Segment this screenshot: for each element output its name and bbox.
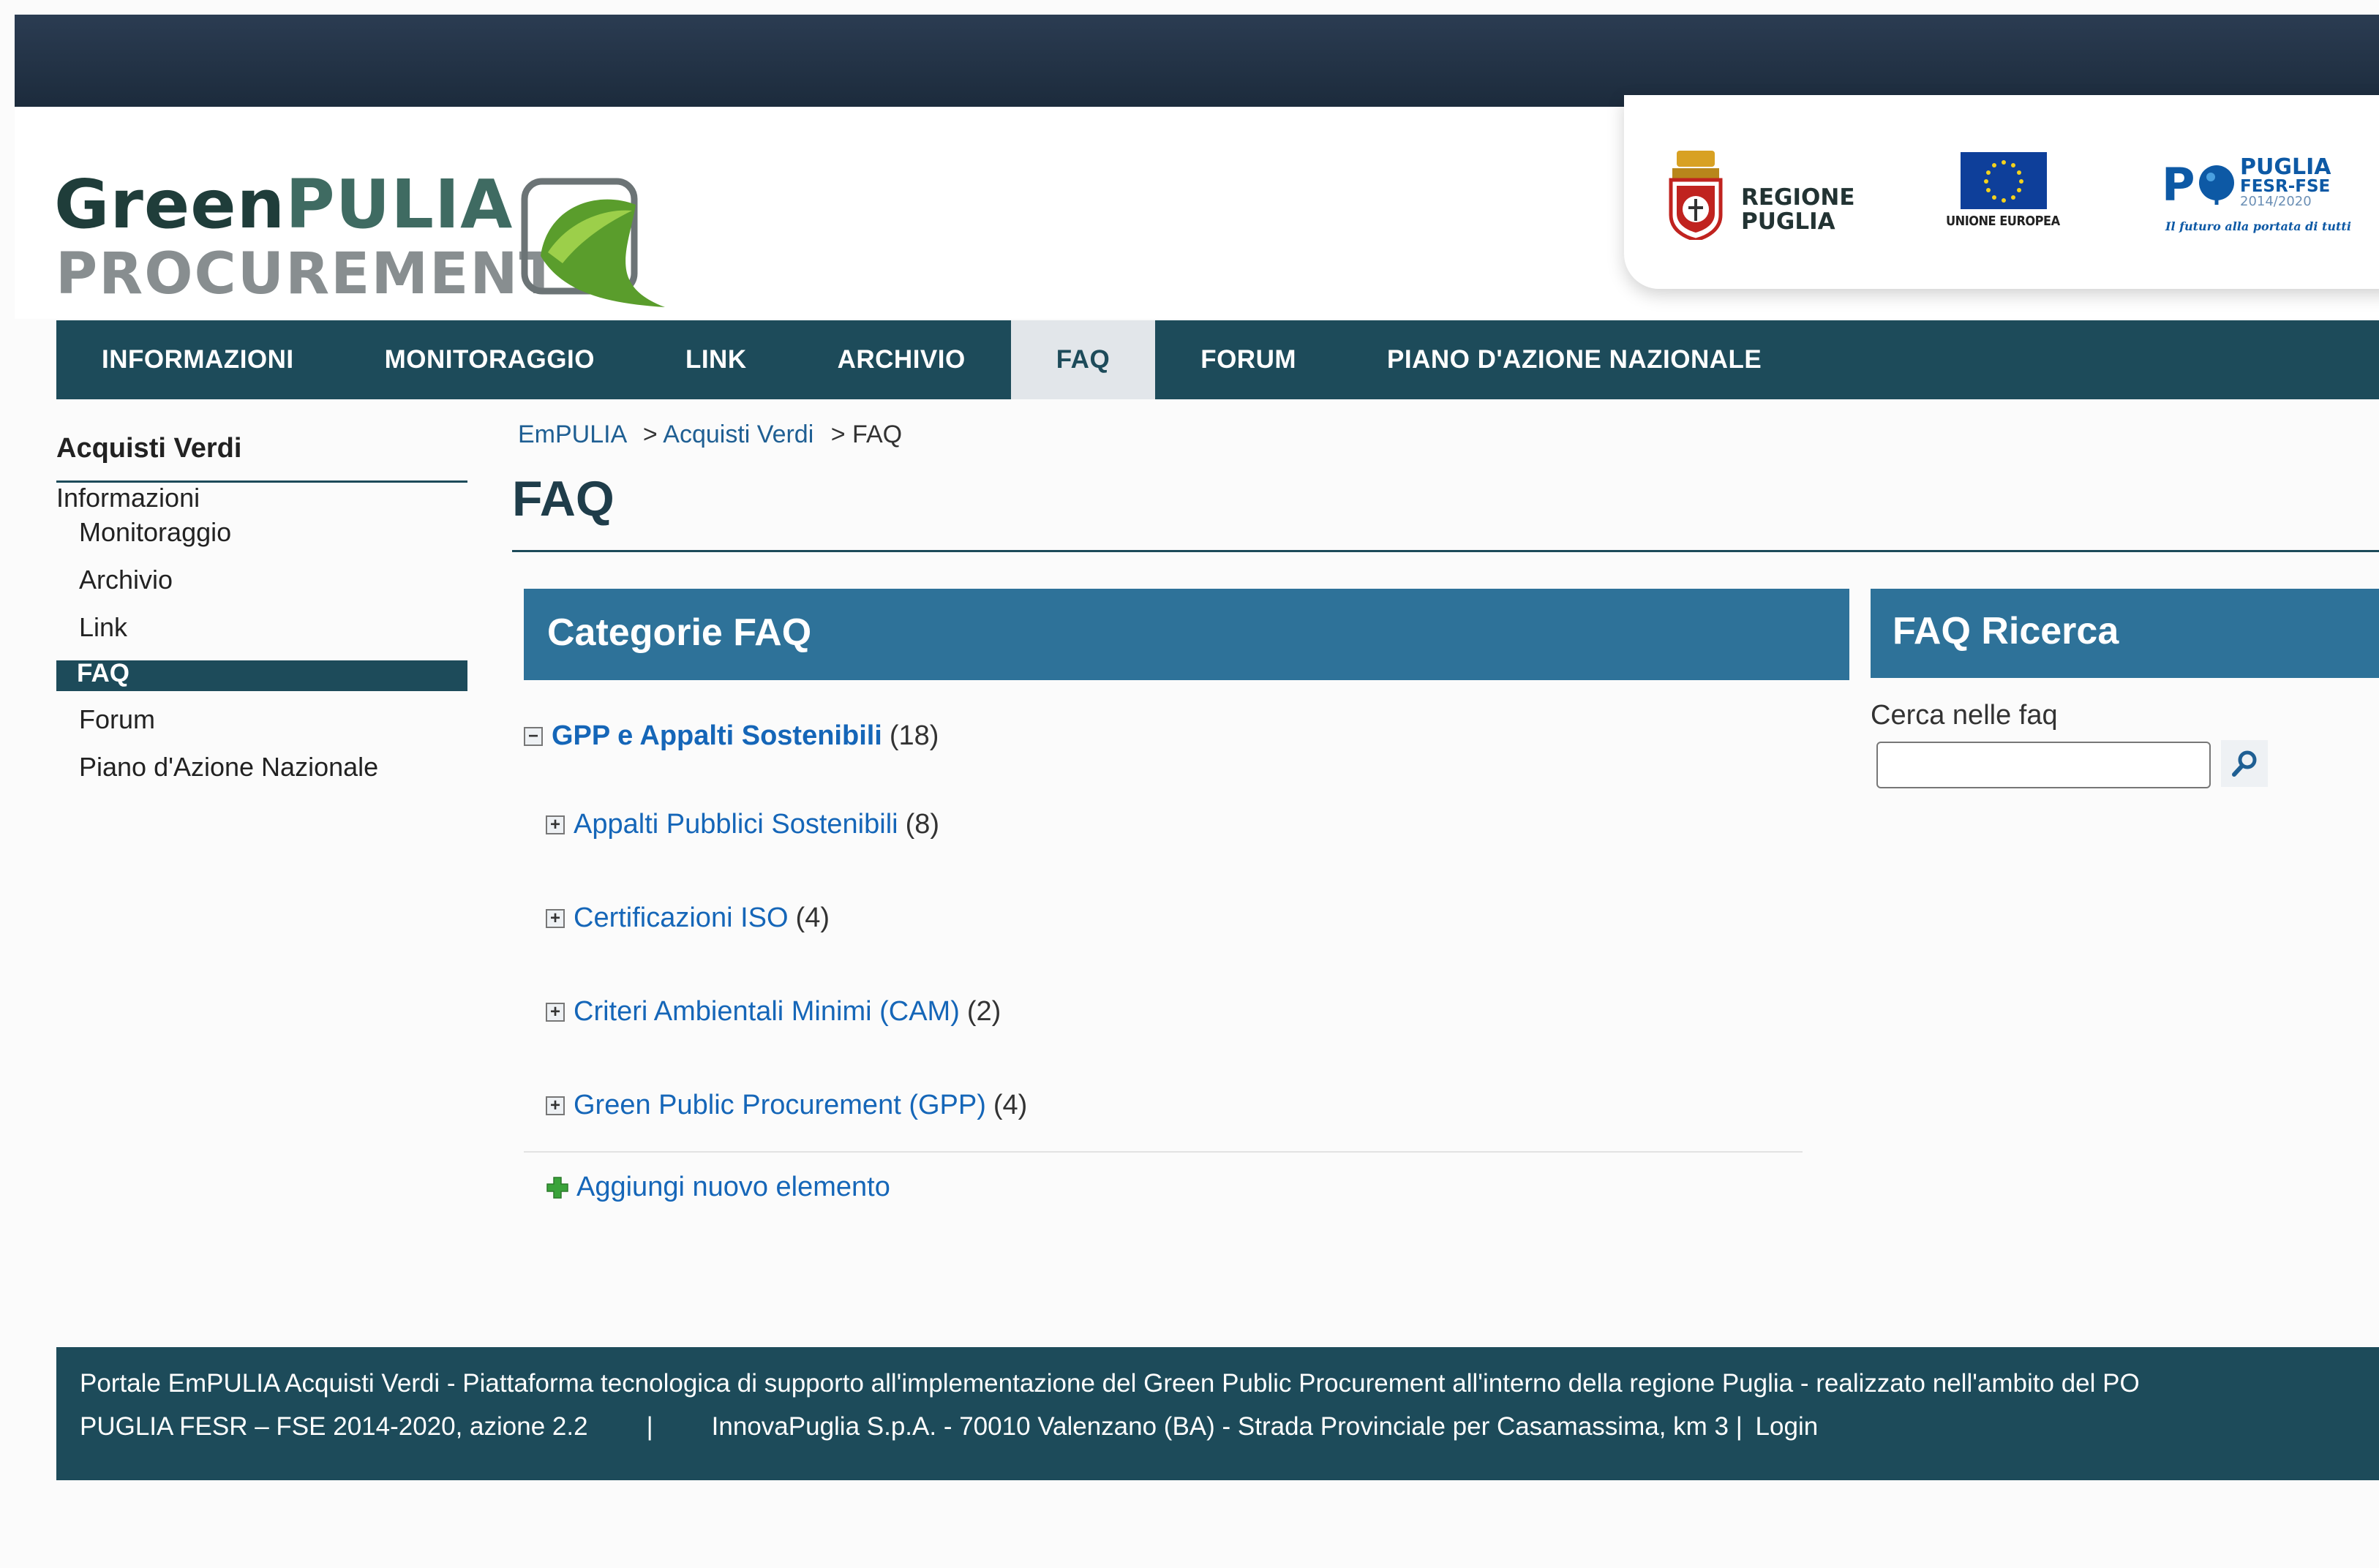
breadcrumb-separator: > — [830, 421, 846, 448]
logo-line2: PROCUREMENT — [56, 241, 560, 307]
sidebar-item-faq[interactable]: FAQ — [77, 659, 129, 688]
nav-item-monitoraggio[interactable]: MONITORAGGIO — [339, 320, 640, 399]
sidebar-title: Acquisti Verdi — [56, 433, 242, 464]
expand-icon[interactable]: + — [546, 1002, 565, 1022]
category-count: (8) — [905, 809, 940, 840]
expand-icon[interactable]: + — [546, 815, 565, 834]
footer-line2: PUGLIA FESR – FSE 2014-2020, azione 2.2 |… — [80, 1405, 2356, 1448]
search-label: Cerca nelle faq — [1871, 700, 2058, 731]
nav-item-archivio[interactable]: ARCHIVIO — [792, 320, 1011, 399]
tree-row-root: − GPP e Appalti Sostenibili (18) — [524, 720, 939, 752]
main-nav: INFORMAZIONI MONITORAGGIO LINK ARCHIVIO … — [56, 320, 2379, 399]
category-link-cam[interactable]: Criteri Ambientali Minimi (CAM) — [574, 996, 960, 1028]
footer: Portale EmPULIA Acquisti Verdi - Piattaf… — [56, 1347, 2379, 1480]
unione-europea-label: UNIONE EUROPEA — [1946, 214, 2060, 229]
add-new-item-button[interactable]: Aggiungi nuovo elemento — [546, 1172, 890, 1203]
category-count: (18) — [889, 720, 939, 751]
category-count: (2) — [966, 996, 1001, 1027]
category-link-gpp-appalti[interactable]: GPP e Appalti Sostenibili — [552, 720, 882, 752]
nav-item-faq[interactable]: FAQ — [1010, 320, 1156, 399]
expand-icon[interactable]: + — [546, 908, 565, 928]
categorie-divider — [524, 1151, 1803, 1153]
tree-row: + Appalti Pubblici Sostenibili (8) — [546, 809, 939, 840]
categorie-faq-header: Categorie FAQ — [524, 589, 1849, 680]
category-count: (4) — [993, 1090, 1028, 1120]
regione-puglia-crest-icon — [1669, 151, 1723, 240]
sidebar-item-monitoraggio[interactable]: Monitoraggio — [79, 517, 231, 548]
sidebar-item-informazioni[interactable]: Informazioni — [56, 483, 200, 513]
footer-description: Portale EmPULIA Acquisti Verdi - Piattaf… — [80, 1369, 2140, 1398]
nav-item-informazioni[interactable]: INFORMAZIONI — [56, 320, 339, 399]
leaf-icon — [521, 178, 665, 307]
collapse-icon[interactable]: − — [524, 726, 543, 746]
search-icon — [2232, 750, 2257, 777]
breadcrumb-current: FAQ — [852, 421, 903, 448]
po-puglia-label: PUGLIA FESR-FSE 2014/2020 — [2240, 154, 2331, 209]
expand-icon[interactable]: + — [546, 1096, 565, 1115]
po-tagline: Il futuro alla portata di tutti — [2165, 219, 2351, 233]
breadcrumb: EmPULIA > Acquisti Verdi > FAQ — [518, 421, 902, 449]
tree-row: + Green Public Procurement (GPP) (4) — [546, 1090, 1027, 1121]
search-button[interactable] — [2221, 740, 2268, 787]
categorie-faq-title: Categorie FAQ — [547, 611, 812, 654]
footer-address: InnovaPuglia S.p.A. - 70010 Valenzano (B… — [711, 1412, 1743, 1441]
sidebar-item-piano-azione[interactable]: Piano d'Azione Nazionale — [79, 752, 378, 783]
nav-item-link[interactable]: LINK — [640, 320, 792, 399]
po-logo-letter: P — [2162, 158, 2195, 211]
footer-separator: | — [646, 1412, 653, 1441]
category-count: (4) — [795, 902, 830, 933]
sidebar-item-link[interactable]: Link — [79, 612, 127, 643]
page-title: FAQ — [512, 471, 615, 527]
sidebar-item-archivio[interactable]: Archivio — [79, 565, 173, 595]
eu-flag-icon — [1961, 152, 2047, 209]
footer-program: PUGLIA FESR – FSE 2014-2020, azione 2.2 — [80, 1412, 588, 1441]
nav-item-piano-azione[interactable]: PIANO D'AZIONE NAZIONALE — [1342, 320, 1807, 399]
breadcrumb-acquisti-verdi[interactable]: Acquisti Verdi — [663, 421, 813, 448]
tree-row: + Certificazioni ISO (4) — [546, 902, 830, 934]
faq-ricerca-title: FAQ Ricerca — [1893, 610, 2119, 652]
faq-ricerca-header: FAQ Ricerca — [1871, 589, 2379, 678]
breadcrumb-separator: > — [642, 421, 658, 448]
category-link-certificazioni-iso[interactable]: Certificazioni ISO — [574, 902, 789, 934]
top-bar — [15, 15, 2379, 107]
tree-row: + Criteri Ambientali Minimi (CAM) (2) — [546, 996, 1001, 1028]
title-divider — [512, 550, 2379, 552]
add-new-item-label: Aggiungi nuovo elemento — [576, 1172, 890, 1202]
logo-line1: GreenPULIA — [54, 165, 514, 244]
nav-item-forum[interactable]: FORUM — [1155, 320, 1342, 399]
search-input[interactable] — [1876, 742, 2211, 788]
sidebar-item-forum[interactable]: Forum — [79, 704, 155, 735]
po-globe-icon — [2199, 165, 2234, 205]
greenpulia-logo[interactable]: GreenPULIA PROCUREMENT — [54, 165, 683, 311]
category-link-gpp[interactable]: Green Public Procurement (GPP) — [574, 1090, 986, 1121]
regione-puglia-label: REGIONE PUGLIA — [1741, 184, 1855, 235]
green-plus-icon — [546, 1176, 568, 1199]
login-link[interactable]: Login — [1756, 1412, 1819, 1441]
partner-logos: REGIONE PUGLIA UNIONE EUROPEA P PUGLIA F… — [1624, 95, 2379, 289]
category-link-appalti-pubblici[interactable]: Appalti Pubblici Sostenibili — [574, 809, 898, 840]
breadcrumb-empulia[interactable]: EmPULIA — [518, 421, 625, 448]
